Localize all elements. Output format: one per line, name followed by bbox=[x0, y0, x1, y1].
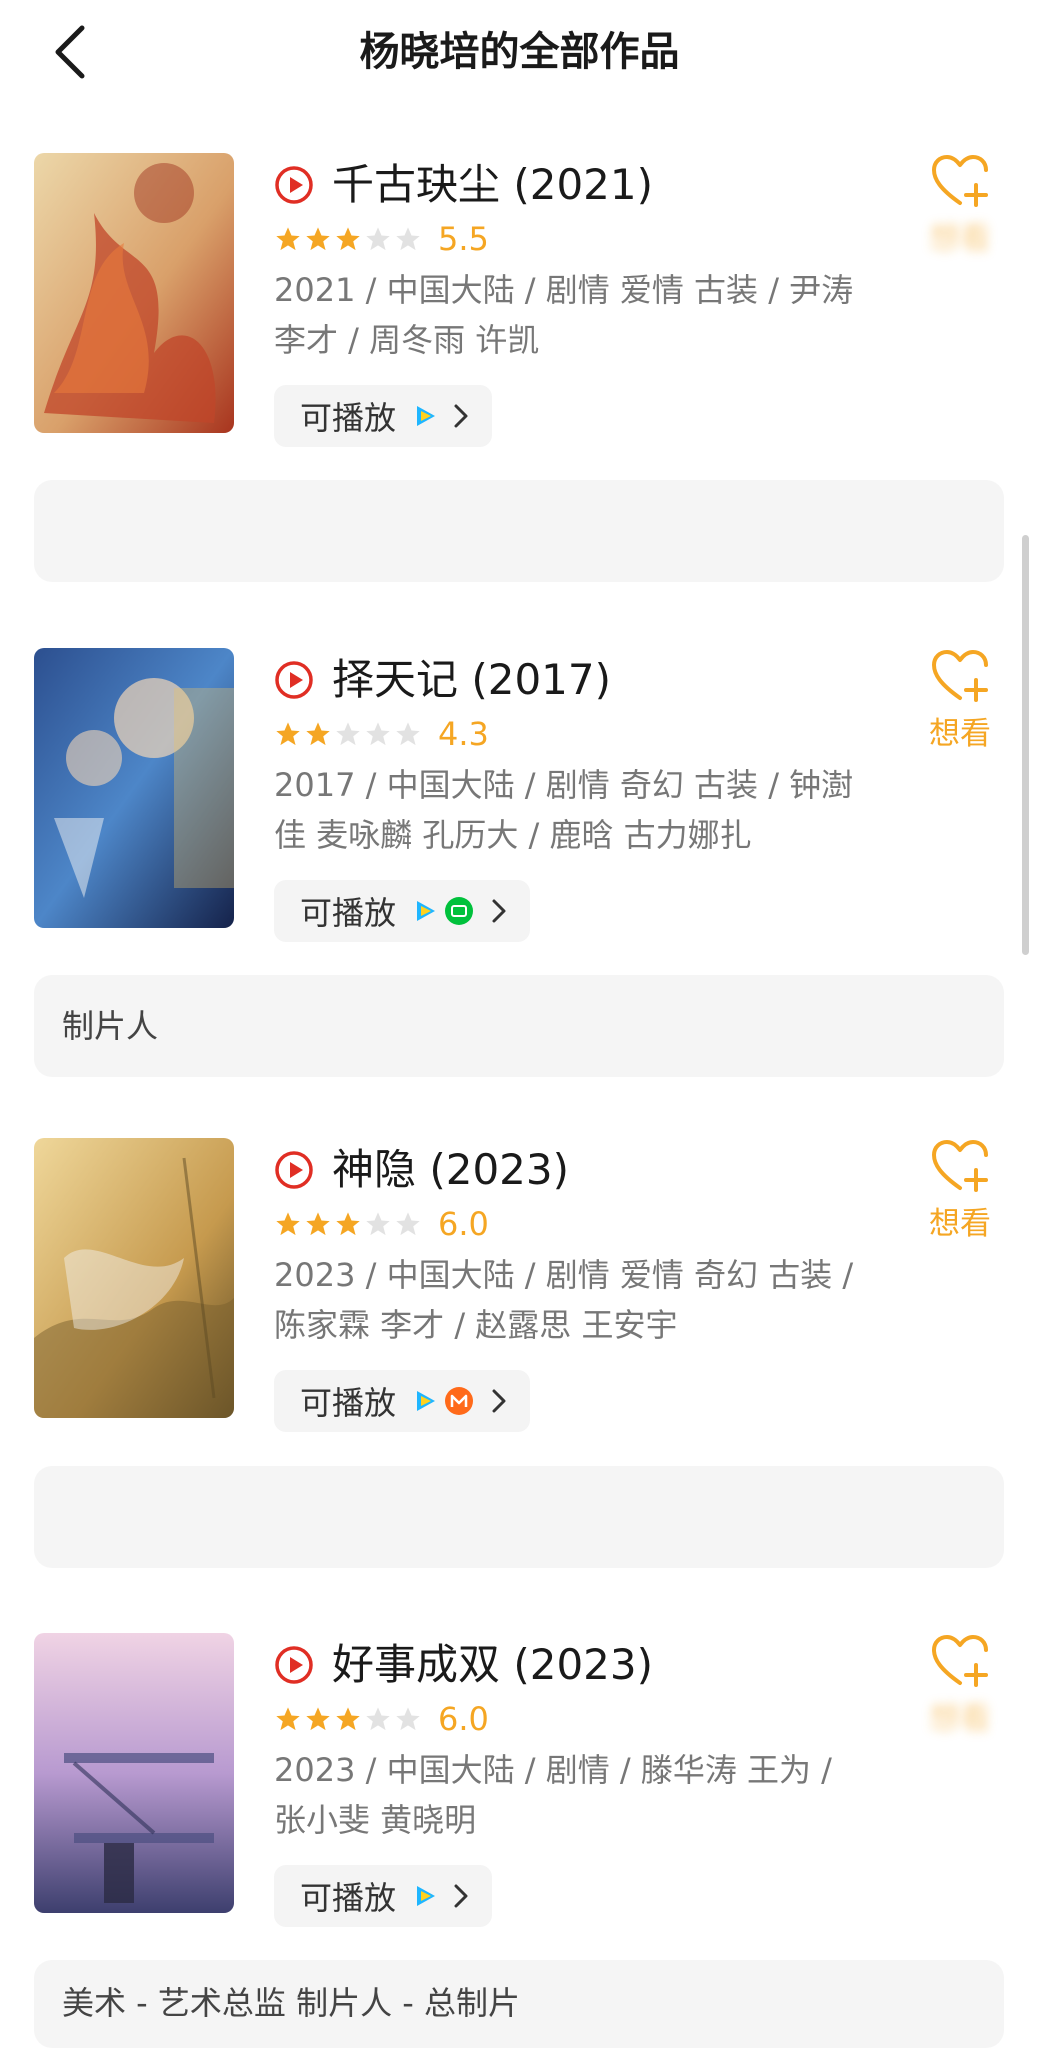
want-to-watch-button[interactable]: 想看 bbox=[920, 648, 1000, 756]
want-to-watch-button[interactable]: 想看 bbox=[920, 153, 1000, 261]
play-circle-icon bbox=[275, 661, 313, 699]
playable-label: 可播放 bbox=[300, 894, 397, 932]
star-empty-icon bbox=[336, 722, 360, 746]
movie-poster[interactable] bbox=[34, 153, 234, 433]
rating-score: 6.0 bbox=[438, 1205, 489, 1243]
heart-plus-icon bbox=[932, 155, 988, 207]
role-box bbox=[34, 1466, 1004, 1568]
rating-score: 5.5 bbox=[438, 220, 489, 258]
role-box: 美术 - 艺术总监 制片人 - 总制片 bbox=[34, 1960, 1004, 2048]
star-empty-icon bbox=[396, 227, 420, 251]
movie-info: 2023 / 中国大陆 / 剧情 爱情 奇幻 古装 / 陈家霖 李才 / 赵露思… bbox=[274, 1256, 854, 1344]
role-box: 制片人 bbox=[34, 975, 1004, 1077]
want-to-watch-label: 想看 bbox=[929, 1701, 991, 1737]
movie-card[interactable]: 择天记 (2017) 4.3 2017 / 中国大陆 / 剧情 奇幻 古装 / … bbox=[0, 648, 1039, 978]
playable-label: 可播放 bbox=[300, 1384, 397, 1422]
playable-label: 可播放 bbox=[300, 399, 397, 437]
star-filled-icon bbox=[276, 227, 300, 251]
star-filled-icon bbox=[306, 1707, 330, 1731]
heart-plus-icon bbox=[932, 650, 988, 702]
rating: 6.0 bbox=[274, 1204, 489, 1244]
want-to-watch-button[interactable]: 想看 bbox=[920, 1138, 1000, 1246]
star-filled-icon bbox=[276, 1212, 300, 1236]
movie-card[interactable]: 千古玦尘 (2021) 5.5 2021 / 中国大陆 / 剧情 爱情 古装 /… bbox=[0, 153, 1039, 483]
heart-plus-icon bbox=[932, 1140, 988, 1192]
iqiyi-icon bbox=[445, 897, 474, 925]
star-empty-icon bbox=[396, 722, 420, 746]
star-filled-icon bbox=[336, 1707, 360, 1731]
movie-poster[interactable] bbox=[34, 1633, 234, 1913]
movie-info: 2023 / 中国大陆 / 剧情 / 滕华涛 王为 / 张小斐 黄晓明 bbox=[274, 1751, 832, 1839]
playable-button[interactable]: 可播放 bbox=[274, 880, 531, 942]
star-rating bbox=[274, 1210, 424, 1238]
star-filled-icon bbox=[306, 722, 330, 746]
playable-button[interactable]: 可播放 bbox=[274, 1865, 493, 1927]
tencent-video-icon bbox=[417, 406, 436, 426]
want-to-watch-label: 想看 bbox=[929, 716, 991, 752]
header: 杨晓培的全部作品 bbox=[0, 0, 1039, 110]
want-to-watch-label: 想看 bbox=[929, 1206, 991, 1242]
role-text: 美术 - 艺术总监 制片人 - 总制片 bbox=[62, 1984, 520, 2022]
star-filled-icon bbox=[306, 1212, 330, 1236]
chevron-right-icon bbox=[454, 404, 468, 428]
rating-score: 4.3 bbox=[438, 715, 489, 753]
tencent-video-icon bbox=[417, 1391, 436, 1411]
movie-info: 2021 / 中国大陆 / 剧情 爱情 古装 / 尹涛 李才 / 周冬雨 许凯 bbox=[274, 271, 854, 359]
star-filled-icon bbox=[276, 1707, 300, 1731]
star-empty-icon bbox=[366, 227, 390, 251]
playable-button[interactable]: 可播放 bbox=[274, 1370, 531, 1432]
movie-title[interactable]: 千古玦尘 (2021) bbox=[332, 157, 653, 213]
movie-info: 2017 / 中国大陆 / 剧情 奇幻 古装 / 钟澍佳 麦咏麟 孔历大 / 鹿… bbox=[274, 766, 854, 854]
star-rating bbox=[274, 720, 424, 748]
tencent-video-icon bbox=[417, 901, 436, 921]
star-empty-icon bbox=[366, 1212, 390, 1236]
star-filled-icon bbox=[336, 1212, 360, 1236]
page-title: 杨晓培的全部作品 bbox=[359, 29, 680, 75]
play-circle-icon bbox=[275, 166, 313, 204]
rating: 6.0 bbox=[274, 1699, 489, 1739]
star-empty-icon bbox=[366, 722, 390, 746]
chevron-right-icon bbox=[492, 1389, 506, 1413]
chevron-right-icon bbox=[492, 899, 506, 923]
star-empty-icon bbox=[396, 1212, 420, 1236]
star-filled-icon bbox=[336, 227, 360, 251]
rating: 4.3 bbox=[274, 714, 489, 754]
star-rating bbox=[274, 1705, 424, 1733]
movie-card[interactable]: 好事成双 (2023) 6.0 2023 / 中国大陆 / 剧情 / 滕华涛 王… bbox=[0, 1633, 1039, 1963]
movie-title[interactable]: 好事成双 (2023) bbox=[332, 1637, 653, 1693]
movie-card[interactable]: 神隐 (2023) 6.0 2023 / 中国大陆 / 剧情 爱情 奇幻 古装 … bbox=[0, 1138, 1039, 1468]
chevron-right-icon bbox=[454, 1884, 468, 1908]
role-box bbox=[34, 480, 1004, 582]
role-text: 制片人 bbox=[62, 1007, 159, 1045]
movie-title[interactable]: 择天记 (2017) bbox=[332, 652, 611, 708]
star-filled-icon bbox=[306, 227, 330, 251]
heart-plus-icon bbox=[932, 1635, 988, 1687]
mgtv-icon bbox=[445, 1387, 474, 1415]
tencent-video-icon bbox=[417, 1886, 436, 1906]
movie-poster[interactable] bbox=[34, 648, 234, 928]
movie-poster[interactable] bbox=[34, 1138, 234, 1418]
rating: 5.5 bbox=[274, 219, 489, 259]
playable-label: 可播放 bbox=[300, 1879, 397, 1917]
want-to-watch-button[interactable]: 想看 bbox=[920, 1633, 1000, 1741]
star-empty-icon bbox=[396, 1707, 420, 1731]
playable-button[interactable]: 可播放 bbox=[274, 385, 493, 447]
movie-title[interactable]: 神隐 (2023) bbox=[332, 1142, 569, 1198]
play-circle-icon bbox=[275, 1151, 313, 1189]
star-rating bbox=[274, 225, 424, 253]
want-to-watch-label: 想看 bbox=[929, 221, 991, 257]
star-filled-icon bbox=[276, 722, 300, 746]
scrollbar[interactable] bbox=[1022, 535, 1029, 955]
rating-score: 6.0 bbox=[438, 1700, 489, 1738]
star-empty-icon bbox=[366, 1707, 390, 1731]
play-circle-icon bbox=[275, 1646, 313, 1684]
